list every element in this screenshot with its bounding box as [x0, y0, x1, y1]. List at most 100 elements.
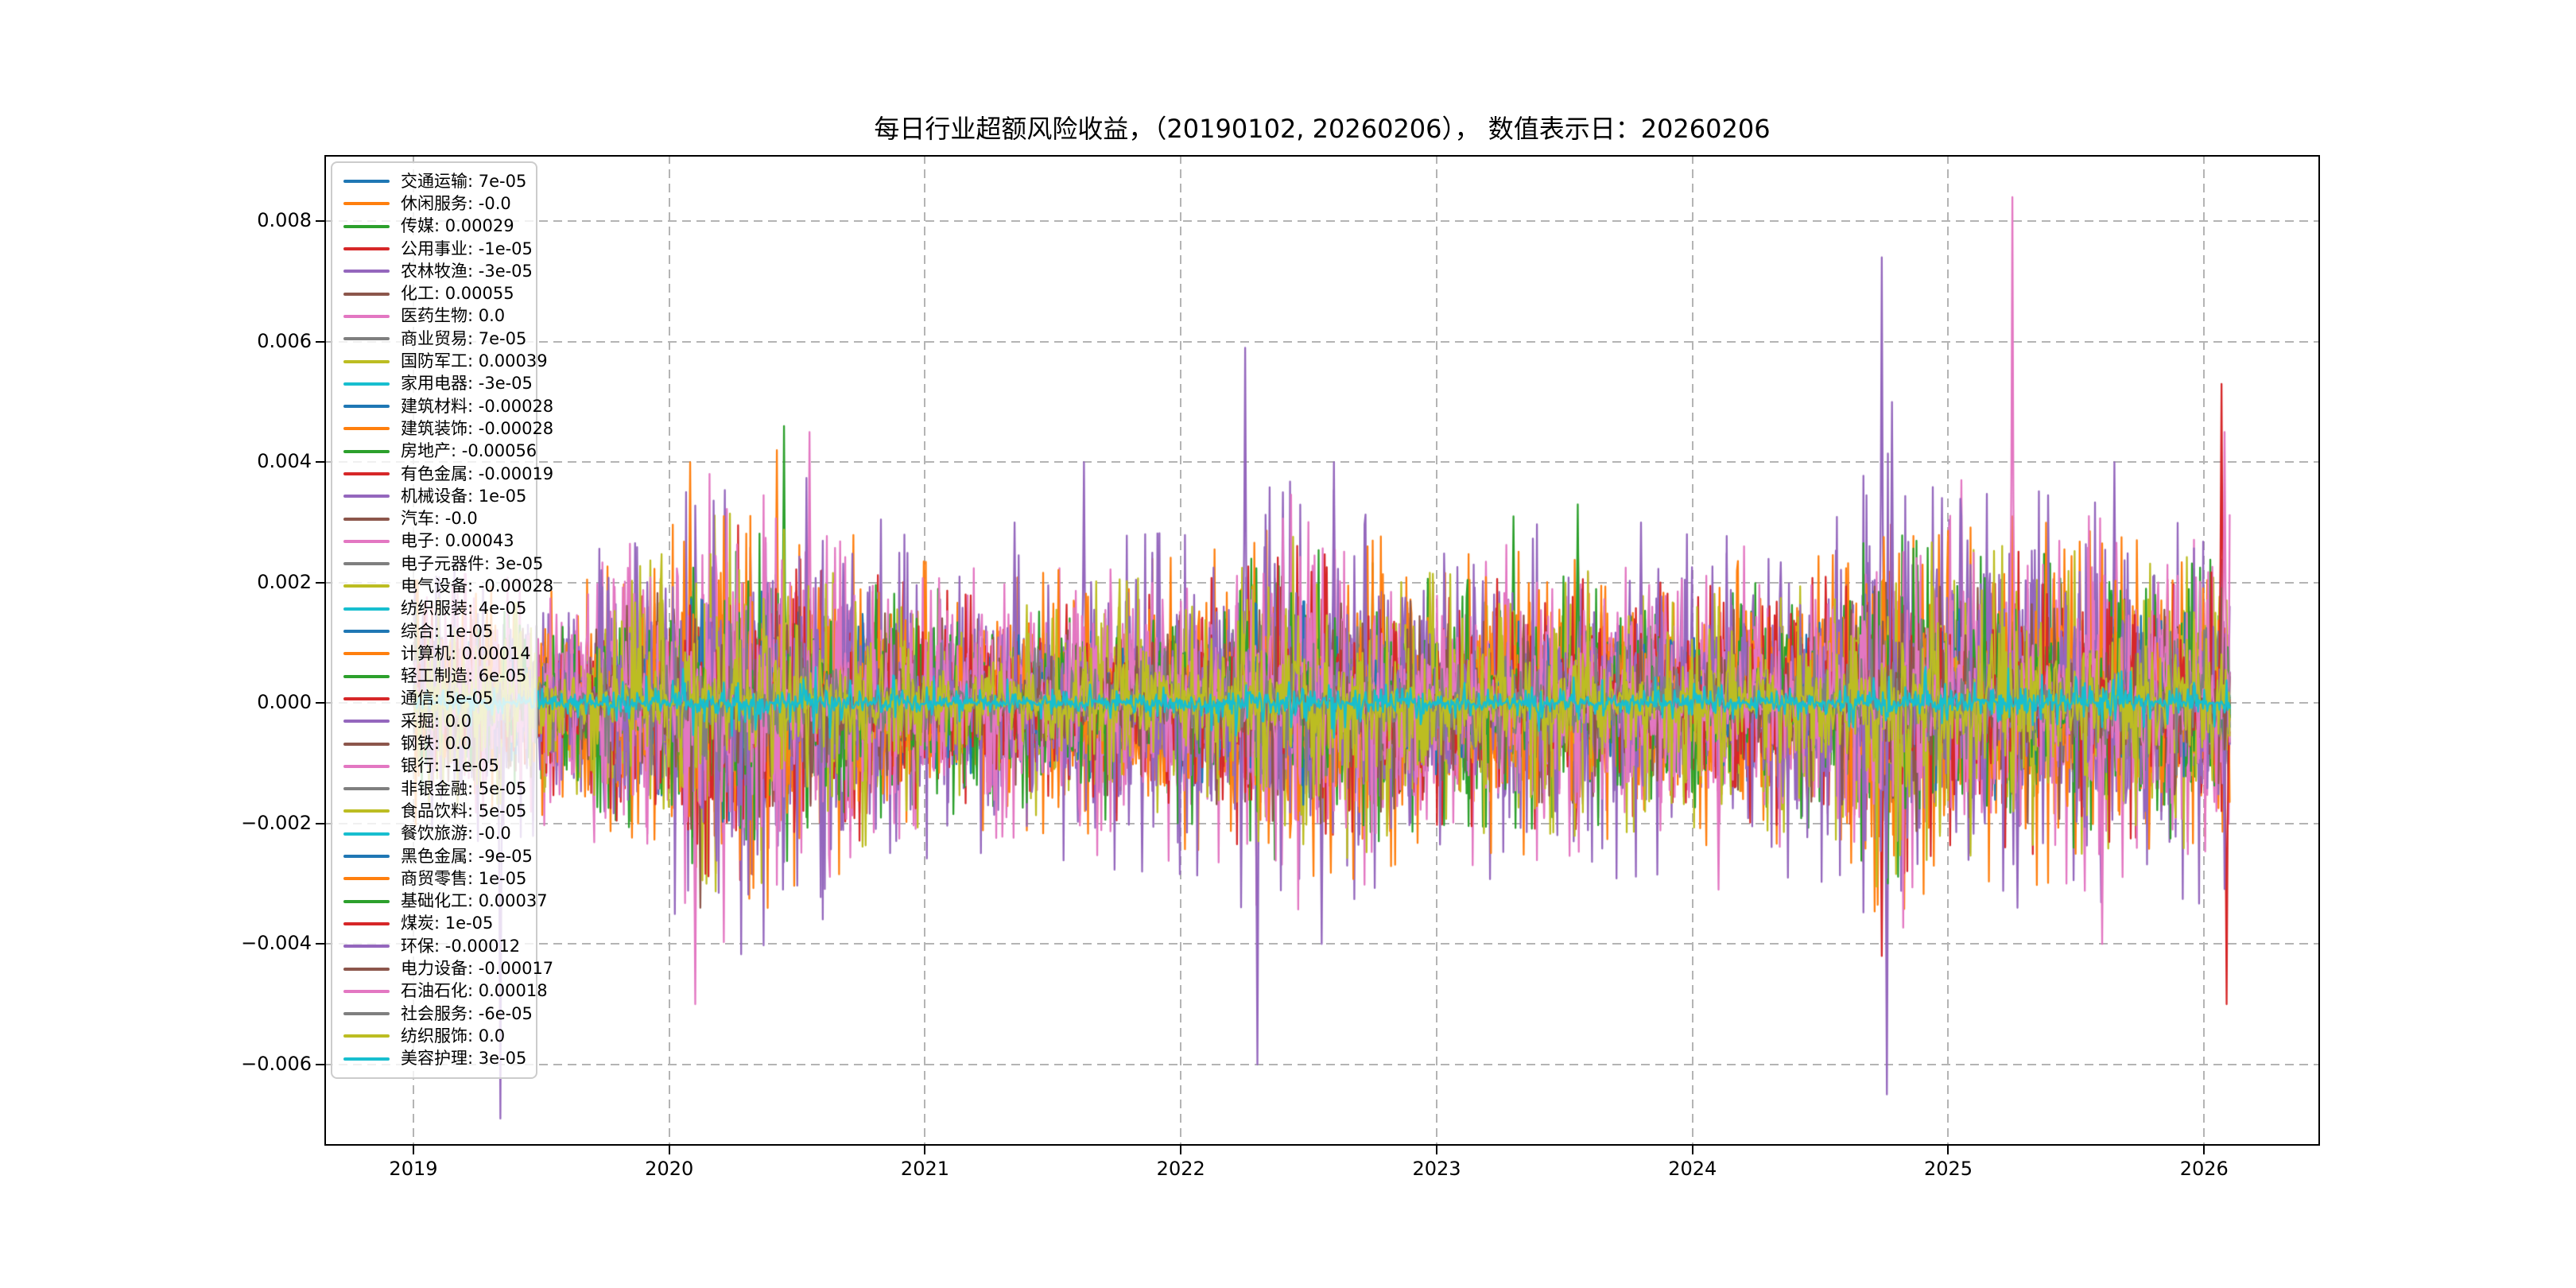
- legend-label: 纺织服饰: 0.0: [401, 1028, 505, 1045]
- x-tick-mark: [1947, 1146, 1949, 1154]
- legend-line-swatch: [343, 855, 390, 858]
- legend-line-swatch: [343, 743, 390, 746]
- legend-label: 公用事业: -1e-05: [401, 241, 533, 258]
- legend-label: 化工: 0.00055: [401, 285, 514, 302]
- legend-item: 轻工制造: 6e-05: [343, 665, 531, 688]
- y-axis-tick-label: 0.000: [0, 691, 312, 713]
- x-axis-tick-label: 2025: [1884, 1158, 2012, 1180]
- y-axis-tick-label: −0.004: [0, 932, 312, 954]
- legend-label: 电力设备: -0.00017: [401, 960, 553, 977]
- legend-item: 餐饮旅游: -0.0: [343, 823, 531, 845]
- legend-line-swatch: [343, 337, 390, 340]
- legend-line-swatch: [343, 360, 390, 363]
- legend-item: 机械设备: 1e-05: [343, 485, 531, 507]
- x-axis-tick-label: 2023: [1373, 1158, 1500, 1180]
- legend-item: 纺织服饰: 0.0: [343, 1025, 531, 1047]
- x-tick-mark: [1180, 1146, 1181, 1154]
- legend-line-swatch: [343, 990, 390, 993]
- legend-label: 石油石化: 0.00018: [401, 983, 548, 999]
- legend-label: 交通运输: 7e-05: [401, 173, 526, 190]
- legend-label: 有色金属: -0.00019: [401, 466, 553, 483]
- legend-line-swatch: [343, 720, 390, 723]
- legend-label: 采掘: 0.0: [401, 713, 471, 730]
- legend-item: 房地产: -0.00056: [343, 440, 531, 463]
- legend-item: 商业贸易: 7e-05: [343, 328, 531, 350]
- legend-item: 交通运输: 7e-05: [343, 170, 531, 192]
- y-axis-tick-label: 0.006: [0, 330, 312, 352]
- legend-line-swatch: [343, 405, 390, 408]
- legend-item: 公用事业: -1e-05: [343, 238, 531, 260]
- y-axis-tick-label: 0.004: [0, 450, 312, 472]
- plot-canvas: [324, 155, 2320, 1146]
- legend-label: 美容护理: 3e-05: [401, 1050, 526, 1067]
- legend-line-swatch: [343, 495, 390, 498]
- x-tick-mark: [669, 1146, 670, 1154]
- legend-label: 电子: 0.00043: [401, 533, 514, 549]
- legend-line-swatch: [343, 180, 390, 183]
- legend-line-swatch: [343, 787, 390, 790]
- legend-item: 化工: 0.00055: [343, 282, 531, 305]
- legend-item: 电力设备: -0.00017: [343, 957, 531, 980]
- legend-item: 采掘: 0.0: [343, 710, 531, 732]
- legend-label: 医药生物: 0.0: [401, 308, 505, 324]
- legend-line-swatch: [343, 832, 390, 836]
- legend-label: 商业贸易: 7e-05: [401, 331, 526, 347]
- legend-item: 通信: 5e-05: [343, 688, 531, 710]
- legend-line-swatch: [343, 382, 390, 386]
- legend-item: 电子元器件: 3e-05: [343, 553, 531, 575]
- legend-label: 黑色金属: -9e-05: [401, 848, 533, 865]
- x-axis-tick-label: 2024: [1629, 1158, 1756, 1180]
- legend-item: 纺织服装: 4e-05: [343, 598, 531, 620]
- x-tick-mark: [413, 1146, 414, 1154]
- legend-item: 基础化工: 0.00037: [343, 890, 531, 913]
- y-tick-mark: [316, 220, 324, 222]
- legend-line-swatch: [343, 900, 390, 903]
- legend-item: 食品饮料: 5e-05: [343, 800, 531, 822]
- legend-line-swatch: [343, 607, 390, 611]
- legend-label: 环保: -0.00012: [401, 938, 520, 955]
- legend-label: 汽车: -0.0: [401, 510, 478, 527]
- legend-line-swatch: [343, 968, 390, 971]
- legend-line-swatch: [343, 540, 390, 543]
- legend-item: 计算机: 0.00014: [343, 642, 531, 665]
- x-axis-tick-label: 2022: [1117, 1158, 1244, 1180]
- legend-item: 石油石化: 0.00018: [343, 980, 531, 1003]
- legend-line-swatch: [343, 1057, 390, 1061]
- legend-item: 休闲服务: -0.0: [343, 192, 531, 215]
- legend-line-swatch: [343, 562, 390, 565]
- legend-label: 计算机: 0.00014: [401, 646, 531, 662]
- legend-item: 煤炭: 1e-05: [343, 913, 531, 935]
- x-tick-mark: [1692, 1146, 1693, 1154]
- y-tick-mark: [316, 823, 324, 824]
- legend-item: 社会服务: -6e-05: [343, 1003, 531, 1025]
- legend-item: 综合: 1e-05: [343, 620, 531, 642]
- legend-item: 传媒: 0.00029: [343, 215, 531, 238]
- legend-item: 美容护理: 3e-05: [343, 1048, 531, 1070]
- legend-item: 非银金融: 5e-05: [343, 778, 531, 800]
- legend-line-swatch: [343, 472, 390, 475]
- legend-line-swatch: [343, 809, 390, 813]
- legend-line-swatch: [343, 697, 390, 700]
- legend-line-swatch: [343, 315, 390, 318]
- legend-label: 电气设备: -0.00028: [401, 578, 553, 595]
- legend-label: 商贸零售: 1e-05: [401, 871, 526, 887]
- legend-line-swatch: [343, 270, 390, 273]
- legend-label: 银行: -1e-05: [401, 758, 499, 774]
- legend-line-swatch: [343, 922, 390, 925]
- legend-label: 农林牧渔: -3e-05: [401, 263, 533, 280]
- legend-line-swatch: [343, 225, 390, 228]
- y-tick-mark: [316, 461, 324, 463]
- legend-item: 环保: -0.00012: [343, 935, 531, 957]
- legend-item: 电子: 0.00043: [343, 530, 531, 553]
- x-axis-tick-label: 2026: [2140, 1158, 2268, 1180]
- legend-item: 建筑装饰: -0.00028: [343, 417, 531, 440]
- legend-label: 通信: 5e-05: [401, 690, 493, 707]
- legend-label: 家用电器: -3e-05: [401, 375, 533, 392]
- legend-item: 银行: -1e-05: [343, 755, 531, 778]
- legend-line-swatch: [343, 202, 390, 205]
- legend-label: 钢铁: 0.0: [401, 735, 471, 752]
- legend-item: 家用电器: -3e-05: [343, 373, 531, 395]
- legend-item: 黑色金属: -9e-05: [343, 845, 531, 867]
- x-tick-mark: [924, 1146, 925, 1154]
- x-tick-mark: [1436, 1146, 1437, 1154]
